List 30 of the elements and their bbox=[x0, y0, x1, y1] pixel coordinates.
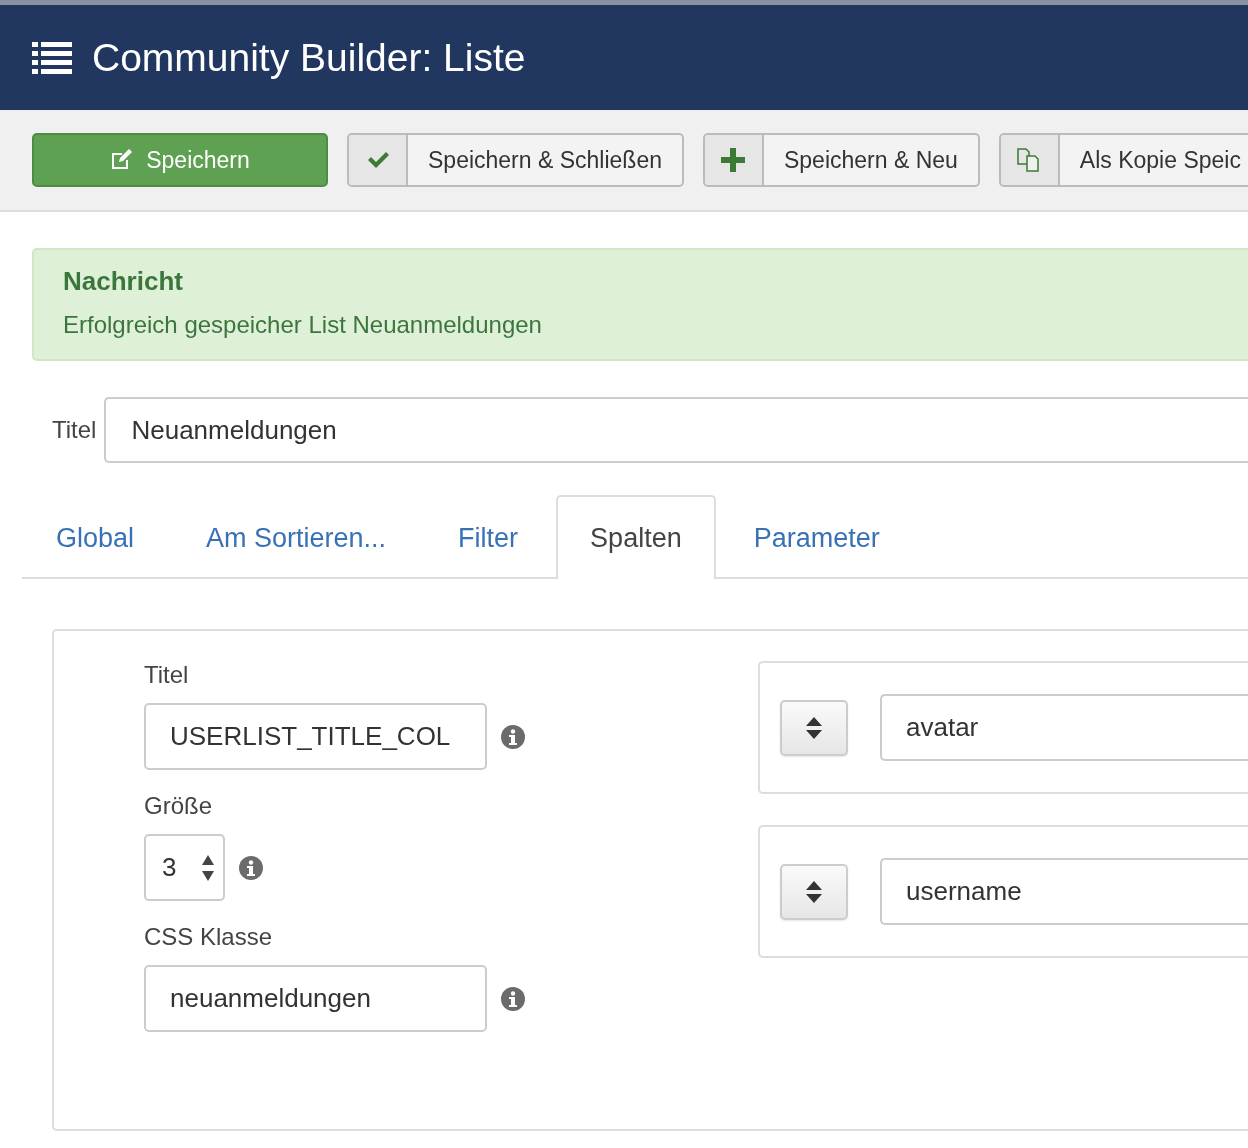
spinner-icon bbox=[201, 853, 215, 882]
page-title: Community Builder: Liste bbox=[92, 35, 526, 80]
field-label: Titel bbox=[144, 661, 190, 689]
info-icon[interactable] bbox=[501, 986, 525, 1011]
title-input[interactable]: Neuanmeldungen bbox=[104, 397, 1248, 463]
toolbar-button[interactable]: Speichern & Neu bbox=[702, 133, 980, 187]
message-heading: Nachricht bbox=[63, 266, 184, 297]
tab[interactable]: Parameter bbox=[719, 495, 914, 577]
toolbar-button[interactable]: Speichern & Schließen bbox=[347, 133, 684, 187]
tab[interactable]: Filter bbox=[424, 495, 553, 577]
list-icon bbox=[32, 41, 72, 74]
number-field[interactable]: 3 bbox=[144, 834, 225, 901]
text-input[interactable]: avatar bbox=[880, 694, 1248, 761]
tab[interactable]: Spalten bbox=[556, 495, 716, 579]
info-icon[interactable] bbox=[239, 855, 263, 880]
text-input[interactable]: neuanmeldungen bbox=[144, 965, 487, 1032]
message-text: Erfolgreich gespeicher List Neuanmeldungen bbox=[63, 311, 543, 339]
sort-handle[interactable] bbox=[780, 699, 848, 756]
field-label: Titel bbox=[52, 416, 97, 444]
sort-handle[interactable] bbox=[780, 863, 848, 920]
tab[interactable]: Am Sortieren... bbox=[172, 495, 421, 577]
text-input[interactable]: username bbox=[880, 858, 1248, 925]
tab[interactable]: Global bbox=[22, 495, 169, 577]
field-label: CSS Klasse bbox=[144, 923, 274, 951]
toolbar-button[interactable]: Als Kopie Speic bbox=[998, 133, 1248, 187]
field-label: Größe bbox=[144, 792, 213, 820]
text-input[interactable]: USERLIST_TITLE_COL bbox=[144, 703, 487, 770]
plus-icon bbox=[721, 148, 746, 172]
edit-icon bbox=[110, 149, 135, 171]
info-icon[interactable] bbox=[501, 724, 525, 749]
